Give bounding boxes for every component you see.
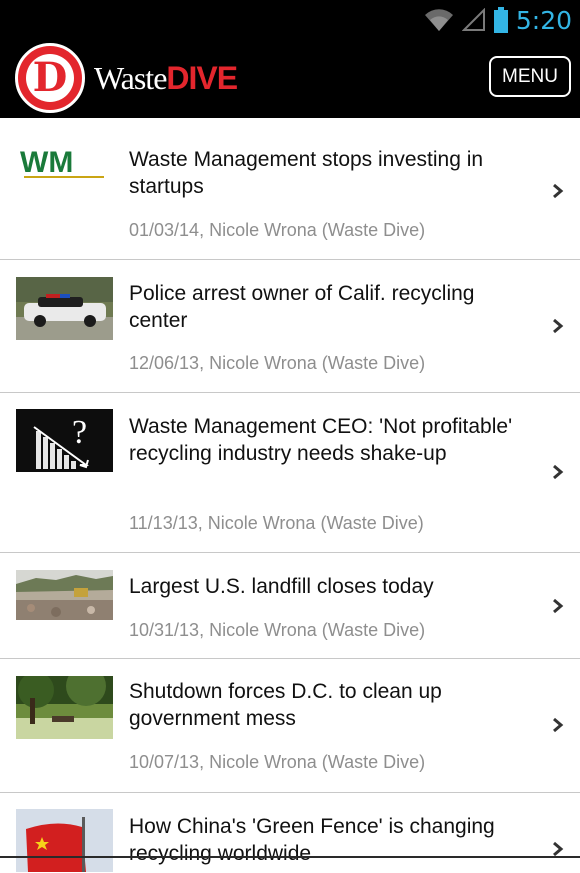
chevron-right-icon	[553, 464, 564, 480]
status-time: 5:20	[515, 5, 572, 35]
article-item[interactable]: Police arrest owner of Calif. recycling …	[0, 260, 580, 393]
article-item[interactable]: How China's 'Green Fence' is changing re…	[0, 793, 580, 873]
menu-button[interactable]: MENU	[489, 56, 571, 97]
chevron-right-icon	[553, 717, 564, 733]
article-meta: 12/06/13, Nicole Wrona (Waste Dive)	[129, 353, 426, 373]
status-bar: 5:20	[0, 0, 580, 40]
brand-title[interactable]: WasteDIVE	[94, 58, 238, 98]
article-title: Police arrest owner of Calif. recycling …	[129, 282, 475, 332]
declining-chart-thumbnail: ?	[16, 409, 113, 472]
brand-waste: Waste	[94, 60, 167, 96]
article-title: Waste Management CEO: 'Not profitable' r…	[129, 415, 513, 465]
wm-logo-text: WM	[20, 148, 73, 179]
article-meta: 10/07/13, Nicole Wrona (Waste Dive)	[129, 752, 426, 772]
article-title: How China's 'Green Fence' is changing re…	[129, 815, 495, 865]
article-meta: 11/13/13, Nicole Wrona (Waste Dive)	[129, 513, 424, 533]
wm-logo-thumbnail: WM	[16, 148, 113, 184]
article-title: Waste Management stops investing in star…	[129, 148, 484, 198]
signal-icon	[461, 8, 485, 31]
china-flag-photo	[16, 809, 113, 872]
police-car-photo	[16, 277, 113, 340]
article-meta: 01/03/14, Nicole Wrona (Waste Dive)	[129, 220, 426, 240]
logo-icon[interactable]: D	[15, 43, 85, 113]
brand-dive: DIVE	[166, 60, 238, 96]
app-header: D WasteDIVE MENU	[0, 40, 580, 118]
landfill-photo	[16, 570, 113, 620]
status-icons: 5:20	[424, 0, 572, 40]
article-item[interactable]: Largest U.S. landfill closes today 10/31…	[0, 553, 580, 659]
chevron-right-icon	[553, 598, 564, 614]
article-item[interactable]: WM Waste Management stops investing in s…	[0, 118, 580, 260]
park-photo	[16, 676, 113, 739]
battery-icon	[493, 7, 508, 33]
article-meta: 10/31/13, Nicole Wrona (Waste Dive)	[129, 620, 426, 640]
wifi-icon	[424, 9, 453, 32]
article-item[interactable]: Shutdown forces D.C. to clean up governm…	[0, 659, 580, 793]
article-item[interactable]: ? Waste Management CEO: 'Not profitable'…	[0, 393, 580, 553]
chevron-right-icon	[553, 841, 564, 857]
chevron-right-icon	[553, 318, 564, 334]
article-title: Shutdown forces D.C. to clean up governm…	[129, 680, 442, 730]
chevron-right-icon	[553, 183, 564, 199]
logo-letter: D	[26, 54, 74, 102]
article-list: WM Waste Management stops investing in s…	[0, 118, 580, 873]
article-title: Largest U.S. landfill closes today	[129, 575, 434, 598]
question-mark-glyph: ?	[72, 414, 87, 451]
